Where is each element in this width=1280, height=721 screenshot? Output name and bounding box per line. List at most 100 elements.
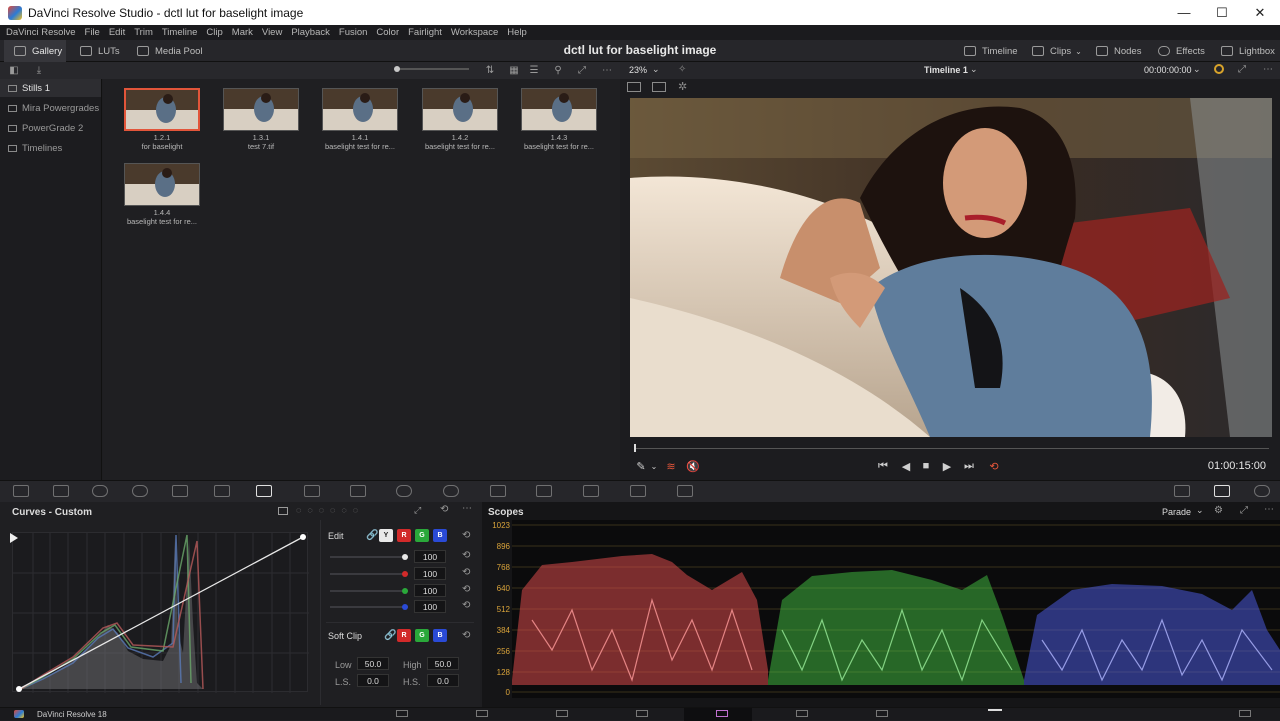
still-item[interactable]: 1.4.2 baselight test for re... — [422, 88, 498, 151]
softclip-g-button[interactable]: G — [415, 629, 429, 642]
still-thumbnail[interactable] — [124, 163, 200, 206]
keyframes-icon[interactable] — [1174, 485, 1190, 497]
timeline-selector[interactable]: Timeline 1 — [924, 65, 968, 75]
reverse-play-icon[interactable]: ◀ — [899, 459, 913, 473]
still-item[interactable]: 1.4.1 baselight test for re... — [322, 88, 398, 151]
media-page-icon[interactable] — [396, 710, 408, 717]
chevron-down-icon[interactable]: ⌄ — [970, 64, 978, 75]
grid-view-icon[interactable]: ▦ — [507, 64, 521, 76]
wand-icon[interactable]: ✧ — [678, 64, 686, 75]
reset-icon[interactable]: ⟲ — [462, 550, 470, 561]
sort-icon[interactable]: ⇅ — [483, 64, 497, 76]
high-value[interactable]: 50.0 — [427, 657, 459, 670]
intensity-y-value[interactable]: 100 — [414, 550, 446, 563]
fullscreen-icon[interactable]: ⤢ — [1240, 505, 1248, 516]
sidebar-item-powergrade-2[interactable]: PowerGrade 2 — [0, 119, 101, 137]
more-options-icon[interactable]: ⋯ — [462, 503, 472, 514]
still-thumbnail[interactable] — [124, 88, 200, 131]
ls-value[interactable]: 0.0 — [357, 674, 389, 687]
clips-button[interactable]: Clips ⌄ — [1032, 40, 1082, 62]
layers-icon[interactable]: ≋ — [664, 459, 678, 473]
effects-button[interactable]: Effects — [1158, 40, 1205, 62]
low-value[interactable]: 50.0 — [357, 657, 389, 670]
still-item[interactable]: 1.2.1 for baselight — [124, 88, 200, 151]
color-warper-icon[interactable] — [304, 485, 320, 497]
cut-page-icon[interactable] — [476, 710, 488, 717]
thumbnail-size-slider[interactable] — [394, 66, 469, 72]
intensity-r-value[interactable]: 100 — [414, 567, 446, 580]
color-match-icon[interactable] — [53, 485, 69, 497]
link-icon[interactable]: 🔗 — [384, 630, 396, 641]
sidebar-toggle-icon[interactable]: ◧ — [7, 64, 21, 76]
more-options-icon[interactable]: ⋯ — [600, 64, 614, 76]
menu-color[interactable]: Color — [376, 27, 399, 38]
qualifier-icon[interactable] — [350, 485, 366, 497]
blur-icon[interactable] — [536, 485, 552, 497]
softclip-r-button[interactable]: R — [397, 629, 411, 642]
magic-mask-icon[interactable] — [490, 485, 506, 497]
intensity-b-value[interactable]: 100 — [414, 600, 446, 613]
sidebar-item-timelines[interactable]: Timelines — [0, 139, 101, 157]
color-picker-icon[interactable] — [1214, 64, 1224, 74]
motion-effects-icon[interactable] — [214, 485, 230, 497]
menu-workspace[interactable]: Workspace — [451, 27, 498, 38]
channel-r-button[interactable]: R — [397, 529, 411, 542]
chevron-down-icon[interactable]: ⌄ — [650, 459, 658, 473]
split-screen-icon[interactable] — [627, 82, 641, 92]
curve-type-icons[interactable]: ◌◌◌◌◌◌ — [296, 505, 364, 515]
project-settings-icon[interactable] — [1239, 710, 1251, 717]
close-button[interactable]: ✕ — [1241, 0, 1279, 25]
3d-icon[interactable] — [677, 485, 693, 497]
import-icon[interactable]: ⤓ — [32, 64, 46, 76]
zoom-level[interactable]: 23% — [629, 65, 647, 75]
deliver-page-icon[interactable] — [876, 710, 888, 717]
reset-icon[interactable]: ⟲ — [462, 600, 470, 611]
reset-icon[interactable]: ⟲ — [462, 630, 470, 641]
luts-button[interactable]: LUTs — [80, 40, 120, 62]
color-wheels-icon[interactable] — [92, 485, 108, 497]
slider-handle[interactable] — [394, 66, 400, 72]
mute-icon[interactable]: 🔇 — [686, 459, 700, 473]
fullscreen-icon[interactable]: ⤢ — [1238, 64, 1246, 75]
curve-graph[interactable] — [12, 532, 309, 693]
fullscreen-icon[interactable]: ⤢ — [414, 505, 421, 516]
channel-g-button[interactable]: G — [415, 529, 429, 542]
list-view-icon[interactable]: ☰ — [527, 64, 541, 76]
sidebar-item-mira-powergrades[interactable]: Mira Powergrades — [0, 99, 101, 117]
menu-fairlight[interactable]: Fairlight — [408, 27, 442, 38]
still-thumbnail[interactable] — [422, 88, 498, 131]
gallery-button[interactable]: Gallery — [4, 40, 66, 62]
info-icon[interactable] — [1254, 485, 1270, 497]
still-item[interactable]: 1.4.3 baselight test for re... — [521, 88, 597, 151]
lightbox-button[interactable]: Lightbox — [1221, 40, 1275, 62]
intensity-slider-b[interactable] — [330, 604, 408, 610]
more-options-icon[interactable]: ⋯ — [1263, 64, 1273, 75]
media-pool-button[interactable]: Media Pool — [137, 40, 203, 62]
curves-icon[interactable] — [256, 485, 272, 497]
still-item[interactable]: 1.4.4 baselight test for re... — [124, 163, 200, 226]
more-options-icon[interactable]: ⋯ — [1264, 504, 1274, 515]
fullscreen-icon[interactable]: ⤢ — [575, 64, 589, 76]
reset-icon[interactable]: ⟲ — [462, 567, 470, 578]
fairlight-page-icon[interactable] — [796, 710, 808, 717]
menu-davinci-resolve[interactable]: DaVinci Resolve — [6, 27, 76, 38]
menu-mark[interactable]: Mark — [232, 27, 253, 38]
menu-view[interactable]: View — [262, 27, 282, 38]
scopes-icon[interactable] — [1214, 485, 1230, 497]
wipe-icon[interactable] — [652, 82, 666, 92]
intensity-slider-y[interactable] — [330, 554, 408, 560]
sidebar-item-stills-1[interactable]: Stills 1 — [0, 79, 101, 97]
chevron-down-icon[interactable]: ⌄ — [1196, 505, 1204, 516]
menu-trim[interactable]: Trim — [134, 27, 153, 38]
reset-icon[interactable]: ⟲ — [440, 504, 448, 515]
still-item[interactable]: 1.3.1 test 7.tif — [223, 88, 299, 151]
timeline-button[interactable]: Timeline — [964, 40, 1018, 62]
minimize-button[interactable]: — — [1165, 0, 1203, 25]
scope-settings-icon[interactable]: ⚙ — [1214, 505, 1223, 516]
chevron-down-icon[interactable]: ⌄ — [652, 64, 660, 75]
menu-help[interactable]: Help — [507, 27, 527, 38]
scope-mode-selector[interactable]: Parade — [1162, 507, 1191, 517]
playhead[interactable] — [634, 444, 636, 452]
loop-icon[interactable]: ⟲ — [987, 459, 1001, 473]
channel-b-button[interactable]: B — [433, 529, 447, 542]
